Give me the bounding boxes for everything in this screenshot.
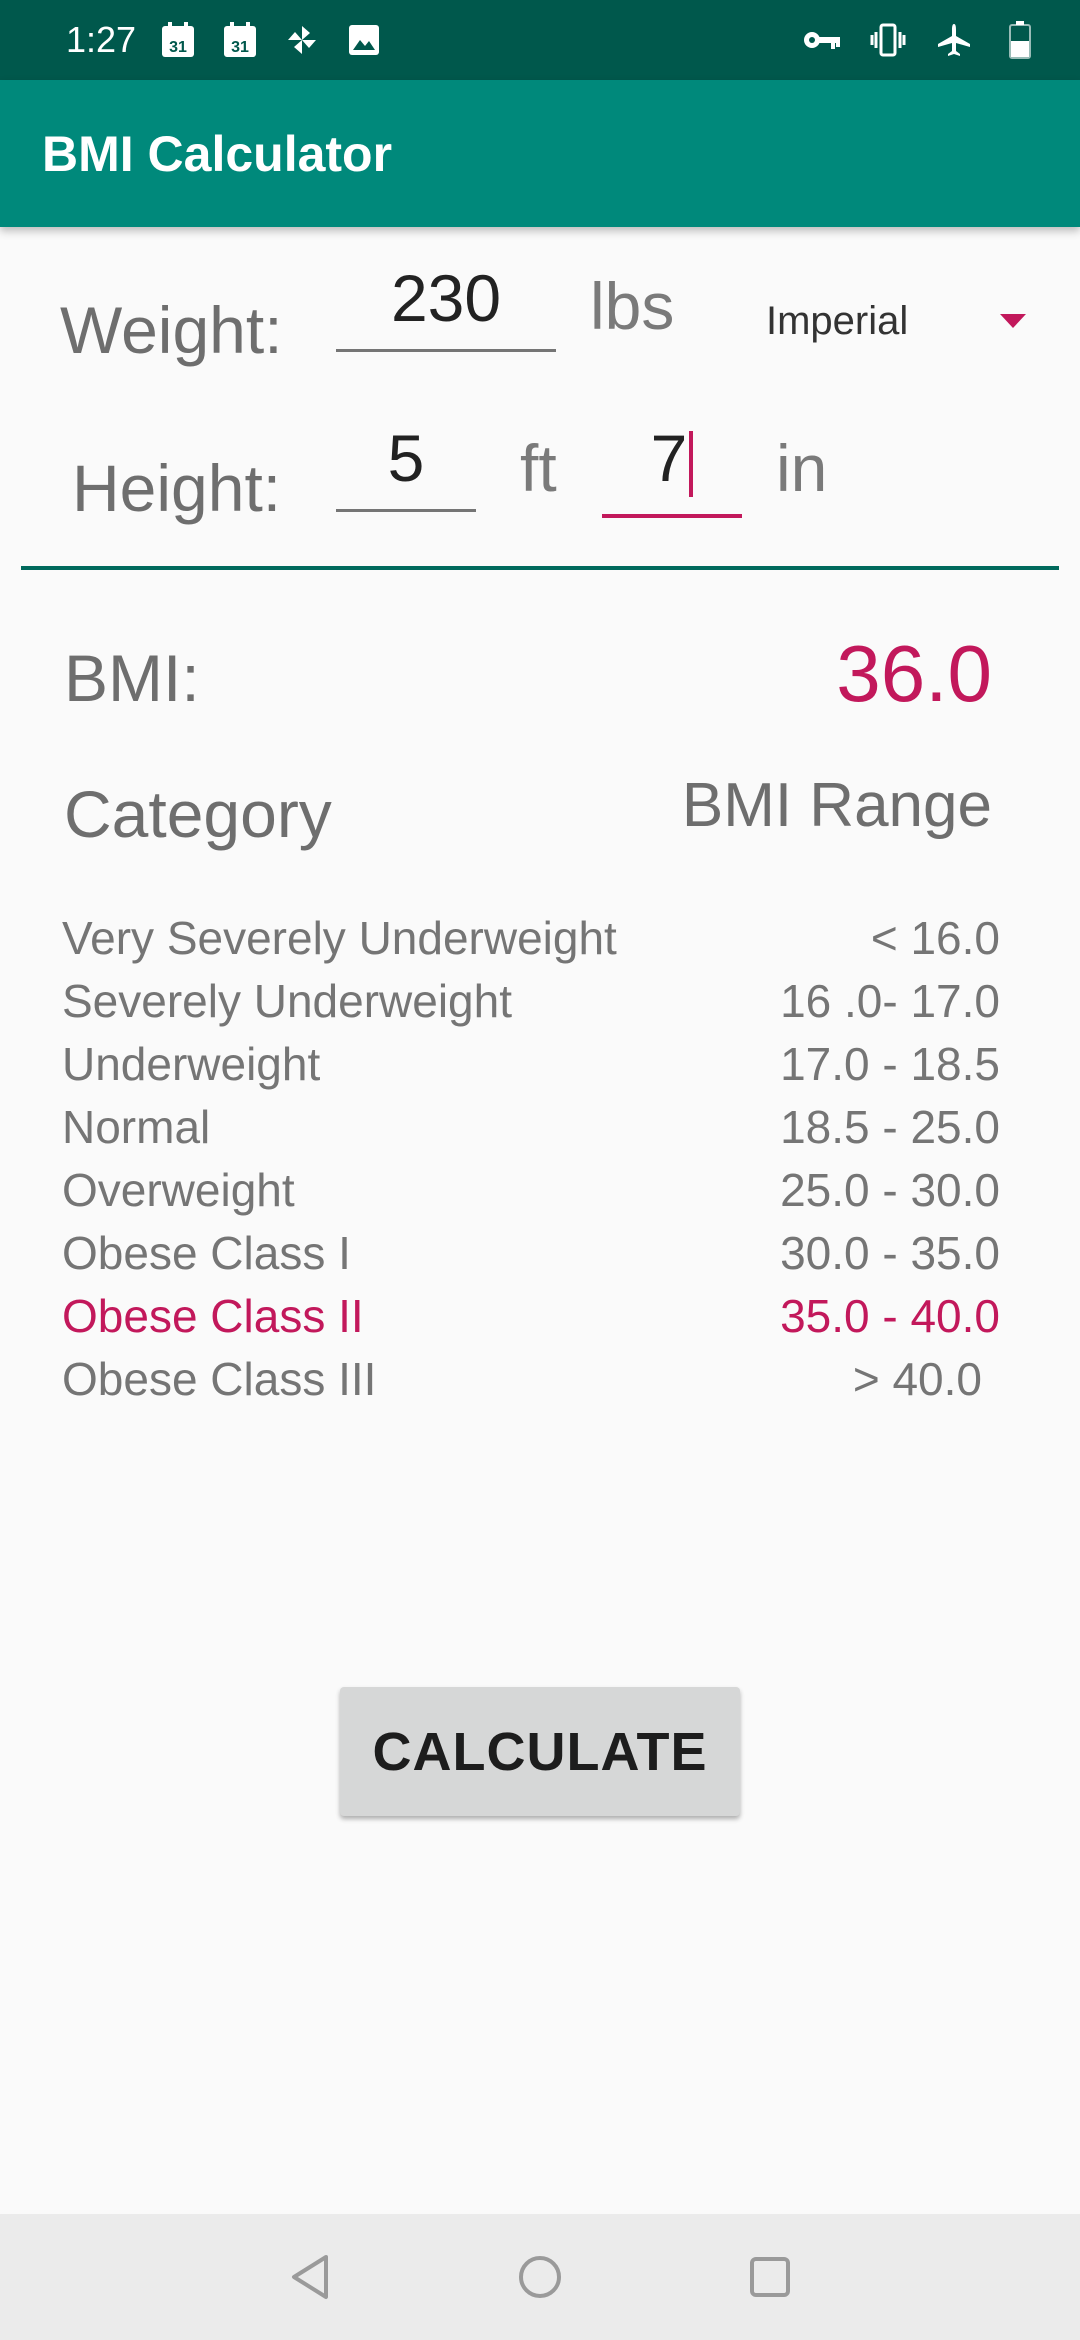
key-icon <box>802 20 842 60</box>
recents-icon[interactable] <box>730 2237 810 2317</box>
category-cell: Obese Class III <box>62 1352 377 1405</box>
category-cell: Underweight <box>62 1037 321 1090</box>
category-cell: Normal <box>62 1100 211 1153</box>
category-cell: Very Severely Underweight <box>62 911 617 964</box>
range-cell: 16 .0- 17.0 <box>780 974 1000 1027</box>
table-row: Obese Class I 30.0 - 35.0 <box>62 1221 1000 1284</box>
table-row: Severely Underweight 16 .0- 17.0 <box>62 969 1000 1032</box>
app-bar: BMI Calculator <box>0 80 1080 227</box>
vibrate-icon <box>868 20 908 60</box>
navigation-bar <box>0 2214 1080 2340</box>
calendar-icon: 31 <box>158 20 198 60</box>
unit-system-value: Imperial <box>766 298 909 343</box>
range-cell: 30.0 - 35.0 <box>780 1226 1000 1279</box>
home-icon[interactable] <box>500 2237 580 2317</box>
bmi-category-table: Very Severely Underweight < 16.0 Severel… <box>62 906 1000 1410</box>
table-row: Very Severely Underweight < 16.0 <box>62 906 1000 969</box>
text-cursor <box>689 430 694 497</box>
status-time: 1:27 <box>66 19 137 60</box>
category-cell: Overweight <box>62 1163 295 1216</box>
divider <box>21 566 1059 570</box>
range-cell: > 40.0 <box>852 1352 982 1405</box>
height-in-unit: in <box>776 431 828 505</box>
battery-icon <box>1000 20 1040 60</box>
bmi-label: BMI: <box>64 641 200 715</box>
table-row: Normal 18.5 - 25.0 <box>62 1095 1000 1158</box>
weight-unit: lbs <box>590 269 675 343</box>
height-in-value: 7 <box>650 421 688 495</box>
weight-input[interactable]: 230 <box>336 260 556 352</box>
bmi-value: 36.0 <box>836 629 992 718</box>
range-cell: 18.5 - 25.0 <box>780 1100 1000 1153</box>
weight-label: Weight: <box>60 293 283 367</box>
category-cell: Obese Class II <box>62 1289 364 1342</box>
category-cell: Obese Class I <box>62 1226 351 1279</box>
dropdown-arrow-icon <box>1000 314 1026 328</box>
height-label: Height: <box>72 451 282 525</box>
bmi-range-header: BMI Range <box>681 771 992 840</box>
table-row: Overweight 25.0 - 30.0 <box>62 1158 1000 1221</box>
calculate-button[interactable]: CALCULATE <box>340 1687 740 1816</box>
calendar-day-1: 31 <box>169 39 187 56</box>
table-row: Underweight 17.0 - 18.5 <box>62 1032 1000 1095</box>
calendar-icon: 31 <box>220 20 260 60</box>
category-header: Category <box>64 777 332 851</box>
airplane-icon <box>934 20 974 60</box>
height-ft-input[interactable]: 5 <box>336 420 476 512</box>
range-cell: 17.0 - 18.5 <box>780 1037 1000 1090</box>
status-bar: 1:27 31 31 <box>0 0 1080 80</box>
unit-system-spinner[interactable]: Imperial <box>766 290 1026 352</box>
table-row: Obese Class III > 40.0 <box>62 1347 1000 1410</box>
height-in-input[interactable]: 7 <box>602 420 742 518</box>
app-title: BMI Calculator <box>42 125 393 182</box>
image-icon <box>344 20 384 60</box>
pinwheel-icon <box>282 20 322 60</box>
calendar-day-2: 31 <box>231 39 249 56</box>
category-cell: Severely Underweight <box>62 974 513 1027</box>
height-ft-unit: ft <box>520 431 557 505</box>
back-icon[interactable] <box>270 2237 350 2317</box>
range-cell: 25.0 - 30.0 <box>780 1163 1000 1216</box>
range-cell: < 16.0 <box>870 911 1000 964</box>
range-cell: 35.0 - 40.0 <box>780 1289 1000 1342</box>
table-row-highlighted: Obese Class II 35.0 - 40.0 <box>62 1284 1000 1347</box>
